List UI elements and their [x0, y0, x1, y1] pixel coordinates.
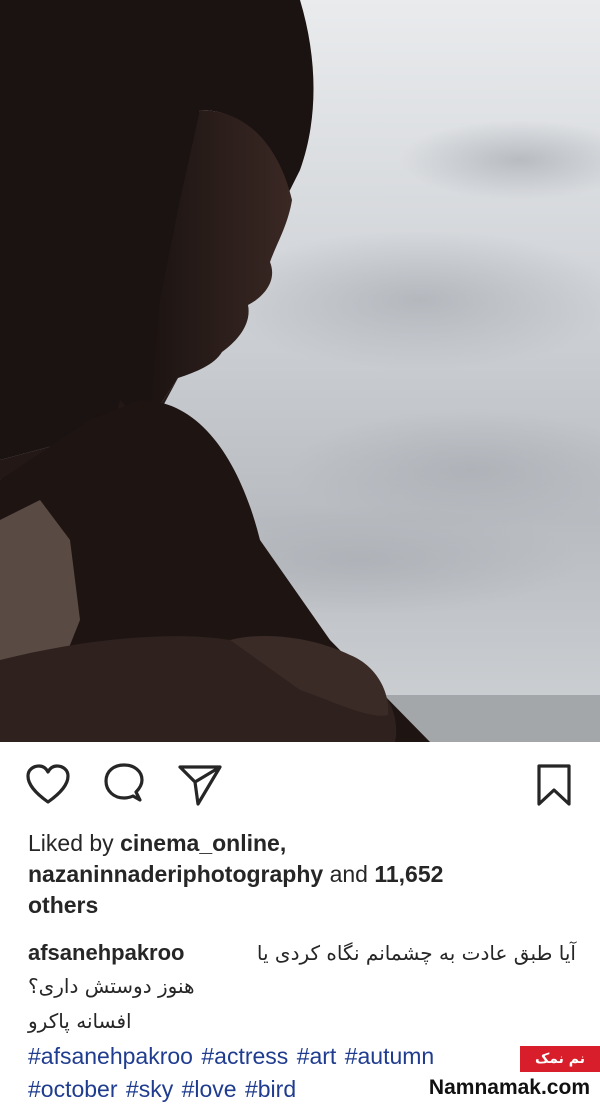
- hashtag-link[interactable]: #autumn: [345, 1043, 435, 1069]
- hashtag-link[interactable]: #love: [182, 1076, 237, 1102]
- hashtag-link[interactable]: #afsanehpakroo: [28, 1043, 193, 1069]
- caption-line-3: افسانه پاکرو: [28, 1009, 132, 1033]
- hashtag-link[interactable]: #bird: [245, 1076, 296, 1102]
- hashtag-link[interactable]: #sky: [126, 1076, 173, 1102]
- post-photo[interactable]: [0, 0, 600, 742]
- watermark-badge: نم نمک: [520, 1046, 600, 1072]
- hashtag-link[interactable]: #october: [28, 1076, 118, 1102]
- likes-others[interactable]: others: [28, 892, 98, 918]
- likes-prefix: Liked by: [28, 830, 114, 856]
- hashtag-link[interactable]: #art: [297, 1043, 337, 1069]
- bookmark-icon: [537, 764, 571, 806]
- liker-link-1[interactable]: cinema_online,: [120, 830, 286, 856]
- save-button[interactable]: [534, 762, 574, 808]
- liker-link-2[interactable]: nazaninnaderiphotography: [28, 861, 323, 887]
- likes-summary: Liked by cinema_online, nazaninnaderipho…: [28, 828, 588, 921]
- heart-icon: [26, 764, 70, 804]
- share-button[interactable]: [176, 762, 224, 808]
- post-action-bar: [0, 742, 600, 826]
- like-button[interactable]: [24, 762, 72, 808]
- hashtag-link[interactable]: #actress: [201, 1043, 288, 1069]
- comment-button[interactable]: [100, 762, 148, 808]
- send-icon: [178, 765, 222, 806]
- comment-icon: [104, 763, 144, 802]
- portrait-photo: [0, 0, 600, 742]
- caption-line-1: آیا طبق عادت به چشمانم نگاه کردی یا: [256, 941, 576, 965]
- caption-username[interactable]: afsanehpakroo: [28, 935, 185, 971]
- watermark-site: Namnamak.com: [428, 1076, 590, 1099]
- likes-count[interactable]: 11,652: [374, 861, 443, 887]
- caption-row: afsanehpakroo آیا طبق عادت به چشمانم نگا…: [28, 935, 588, 971]
- likes-and: and: [329, 861, 368, 887]
- caption-line-2: هنوز دوستش داری؟: [28, 974, 195, 998]
